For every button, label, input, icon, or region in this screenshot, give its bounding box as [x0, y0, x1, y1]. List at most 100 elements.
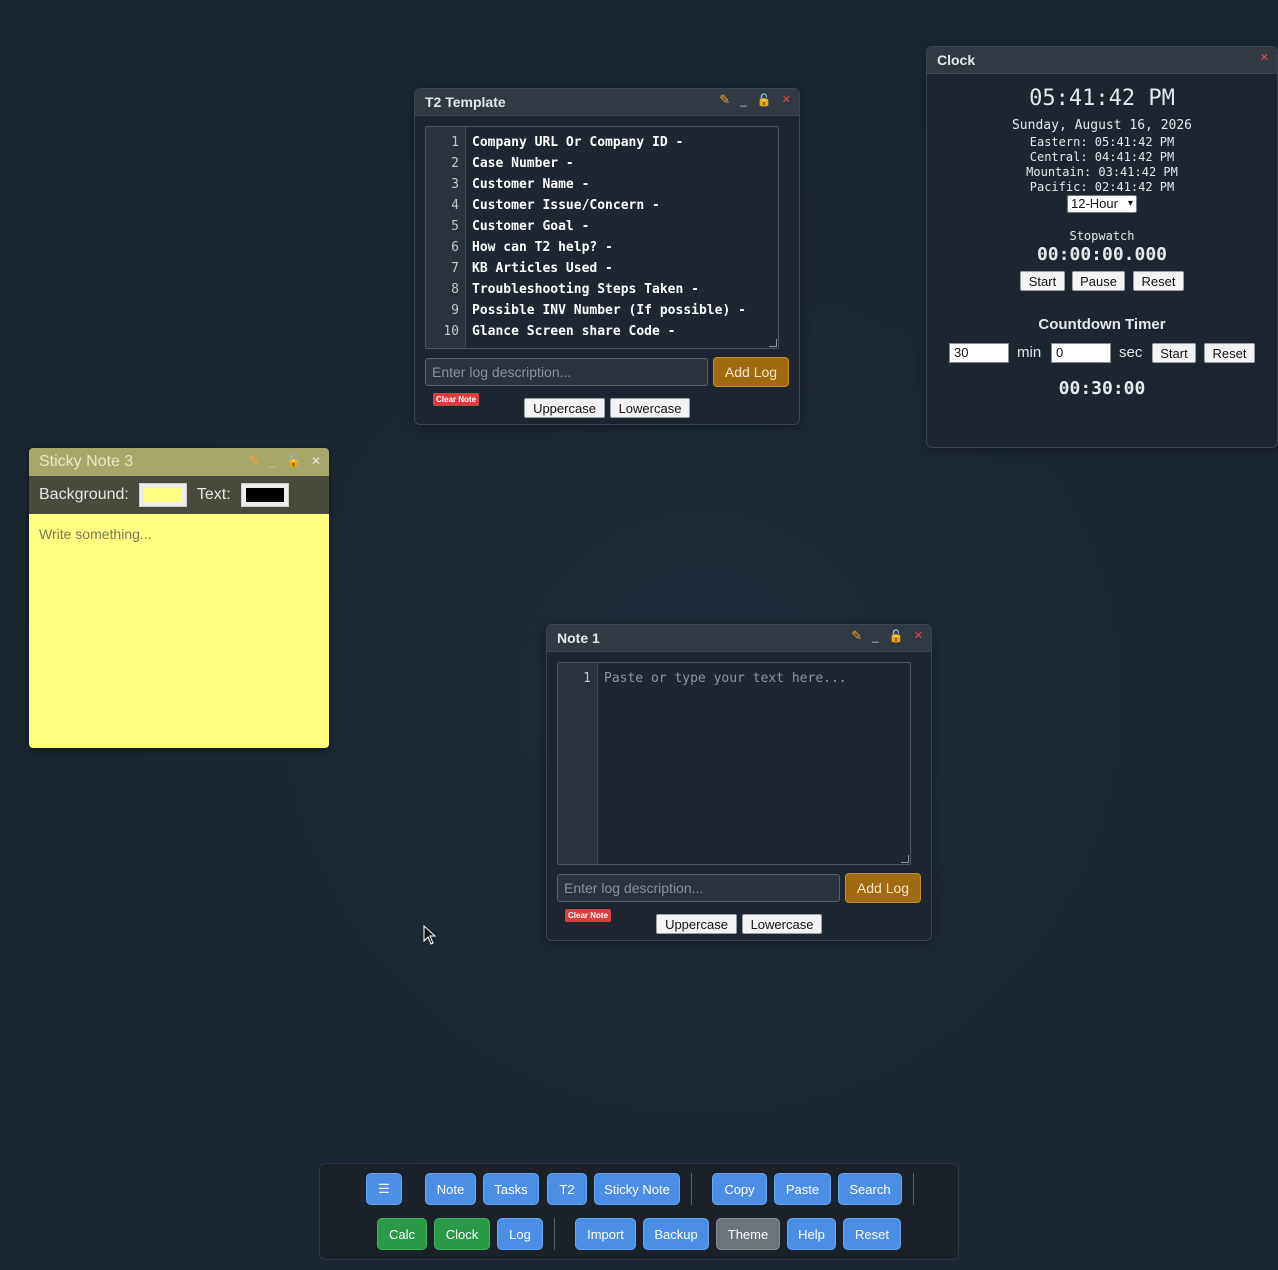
clear-note-button[interactable]: Clear Note — [433, 393, 480, 406]
minutes-label: min — [1017, 344, 1042, 361]
resize-handle[interactable] — [769, 339, 777, 347]
close-icon[interactable]: ✕ — [914, 629, 923, 643]
lock-icon[interactable]: 🔓 — [757, 93, 772, 107]
template-line[interactable]: Customer Name - — [472, 174, 778, 195]
time-format-value: 12-Hour — [1071, 196, 1118, 211]
clear-note-button[interactable]: Clear Note — [565, 909, 612, 922]
editor-placeholder: Paste or type your text here... — [604, 671, 847, 686]
countdown-start-button[interactable]: Start — [1152, 343, 1196, 363]
background-color-picker[interactable] — [138, 483, 187, 507]
background-color-label: Background: — [39, 486, 129, 503]
calc-button[interactable]: Calc — [377, 1218, 427, 1250]
countdown-minutes-input[interactable]: 30 — [949, 343, 1009, 363]
note1-titlebar[interactable]: Note 1 ✎ _ 🔓 ✕ — [547, 625, 931, 652]
sticky-textarea[interactable]: Write something... — [29, 514, 329, 748]
clock-titlebar[interactable]: Clock ✕ — [927, 47, 1277, 74]
add-log-button[interactable]: Add Log — [713, 357, 789, 387]
pencil-icon[interactable]: ✎ — [719, 93, 730, 107]
log-description-input[interactable] — [557, 874, 840, 902]
line-number: 1 — [451, 135, 459, 150]
sticky-titlebar[interactable]: Sticky Note 3 ✎ _ 🔓 ✕ — [29, 448, 329, 476]
template-line[interactable]: Glance Screen share Code - — [472, 321, 778, 342]
stopwatch-start-button[interactable]: Start — [1020, 271, 1065, 291]
template-line[interactable]: Customer Goal - — [472, 216, 778, 237]
paste-button[interactable]: Paste — [774, 1173, 831, 1205]
tasks-button[interactable]: Tasks — [483, 1173, 539, 1205]
toolbar-divider — [554, 1218, 555, 1250]
countdown-reset-button[interactable]: Reset — [1204, 343, 1255, 363]
line-number-gutter: 1 2 3 4 5 6 7 8 9 10 — [426, 127, 466, 348]
t2-titlebar[interactable]: T2 Template ✎ _ 🔓 ✕ — [415, 89, 799, 116]
log-description-input[interactable] — [425, 358, 708, 386]
text-color-label: Text: — [196, 486, 231, 503]
note1-window: Note 1 ✎ _ 🔓 ✕ 1 Paste or type your text… — [546, 624, 932, 941]
time-format-select[interactable]: 12-Hour ▾ — [1067, 195, 1137, 213]
line-number: 7 — [451, 261, 459, 276]
search-button[interactable]: Search — [838, 1173, 902, 1205]
line-number-gutter: 1 — [558, 663, 598, 864]
line-number: 1 — [583, 671, 591, 686]
line-number: 8 — [451, 282, 459, 297]
close-icon[interactable]: ✕ — [311, 454, 321, 468]
stopwatch-pause-button[interactable]: Pause — [1072, 271, 1125, 291]
lock-icon[interactable]: 🔓 — [286, 454, 301, 468]
text-color-picker[interactable] — [240, 483, 289, 507]
clock-title: Clock — [937, 52, 976, 68]
pencil-icon[interactable]: ✎ — [248, 454, 259, 468]
countdown-seconds-input[interactable]: 0 — [1051, 343, 1111, 363]
minimize-icon[interactable]: _ — [740, 93, 747, 107]
lowercase-button[interactable]: Lowercase — [742, 914, 822, 934]
stopwatch-reset-button[interactable]: Reset — [1133, 271, 1184, 291]
line-number: 3 — [451, 177, 459, 192]
t2-button[interactable]: T2 — [547, 1173, 587, 1205]
minimize-icon[interactable]: _ — [872, 629, 879, 643]
countdown-label: Countdown Timer — [1038, 316, 1166, 333]
close-icon[interactable]: ✕ — [782, 93, 791, 107]
backup-button[interactable]: Backup — [643, 1218, 709, 1250]
seconds-label: sec — [1119, 344, 1143, 361]
line-number: 9 — [451, 303, 459, 318]
reset-button[interactable]: Reset — [843, 1218, 901, 1250]
current-date: Sunday, August 16, 2026 — [1011, 118, 1192, 133]
pencil-icon[interactable]: ✎ — [851, 629, 862, 643]
template-line[interactable]: Possible INV Number (If possible) - — [472, 300, 778, 321]
sticky-note-button[interactable]: Sticky Note — [594, 1173, 680, 1205]
t2-title: T2 Template — [425, 94, 506, 110]
clock-button[interactable]: Clock — [434, 1218, 490, 1250]
help-button[interactable]: Help — [787, 1218, 836, 1250]
note1-editor[interactable]: 1 Paste or type your text here... — [557, 662, 911, 865]
sticky-note-window: Sticky Note 3 ✎ _ 🔓 ✕ Background: Text: … — [29, 448, 329, 748]
countdown-value: 00:30:00 — [1058, 378, 1146, 399]
note1-title: Note 1 — [557, 630, 600, 646]
stopwatch-label: Stopwatch — [1069, 229, 1135, 243]
template-line[interactable]: Company URL Or Company ID - — [472, 132, 778, 153]
lock-icon[interactable]: 🔓 — [889, 629, 904, 643]
copy-button[interactable]: Copy — [712, 1173, 767, 1205]
stopwatch-value: 00:00:00.000 — [1036, 244, 1168, 265]
import-button[interactable]: Import — [575, 1218, 636, 1250]
line-number: 2 — [451, 156, 459, 171]
resize-handle[interactable] — [901, 855, 909, 863]
lowercase-button[interactable]: Lowercase — [610, 398, 690, 418]
template-line[interactable]: Case Number - — [472, 153, 778, 174]
log-button[interactable]: Log — [497, 1218, 543, 1250]
theme-button[interactable]: Theme — [716, 1218, 780, 1250]
uppercase-button[interactable]: Uppercase — [656, 914, 737, 934]
add-log-button[interactable]: Add Log — [845, 873, 921, 903]
menu-button[interactable]: ☰ — [366, 1173, 402, 1205]
sticky-color-bar: Background: Text: — [29, 476, 329, 514]
t2-template-window: T2 Template ✎ _ 🔓 ✕ 1 2 3 4 5 6 7 8 9 10… — [414, 88, 800, 425]
template-line[interactable]: Customer Issue/Concern - — [472, 195, 778, 216]
minimize-icon[interactable]: _ — [269, 454, 276, 468]
template-line[interactable]: How can T2 help? - — [472, 237, 778, 258]
note-button[interactable]: Note — [425, 1173, 476, 1205]
template-line[interactable]: KB Articles Used - — [472, 258, 778, 279]
bottom-toolbar: ☰ Note Tasks T2 Sticky Note Copy Paste S… — [319, 1163, 959, 1260]
current-time: 05:41:42 PM — [1029, 86, 1175, 111]
close-icon[interactable]: ✕ — [1260, 51, 1269, 65]
sticky-title: Sticky Note 3 — [39, 453, 134, 470]
t2-editor[interactable]: 1 2 3 4 5 6 7 8 9 10 Company URL Or Comp… — [425, 126, 779, 349]
template-line[interactable]: Troubleshooting Steps Taken - — [472, 279, 778, 300]
line-number: 4 — [451, 198, 459, 213]
uppercase-button[interactable]: Uppercase — [524, 398, 605, 418]
